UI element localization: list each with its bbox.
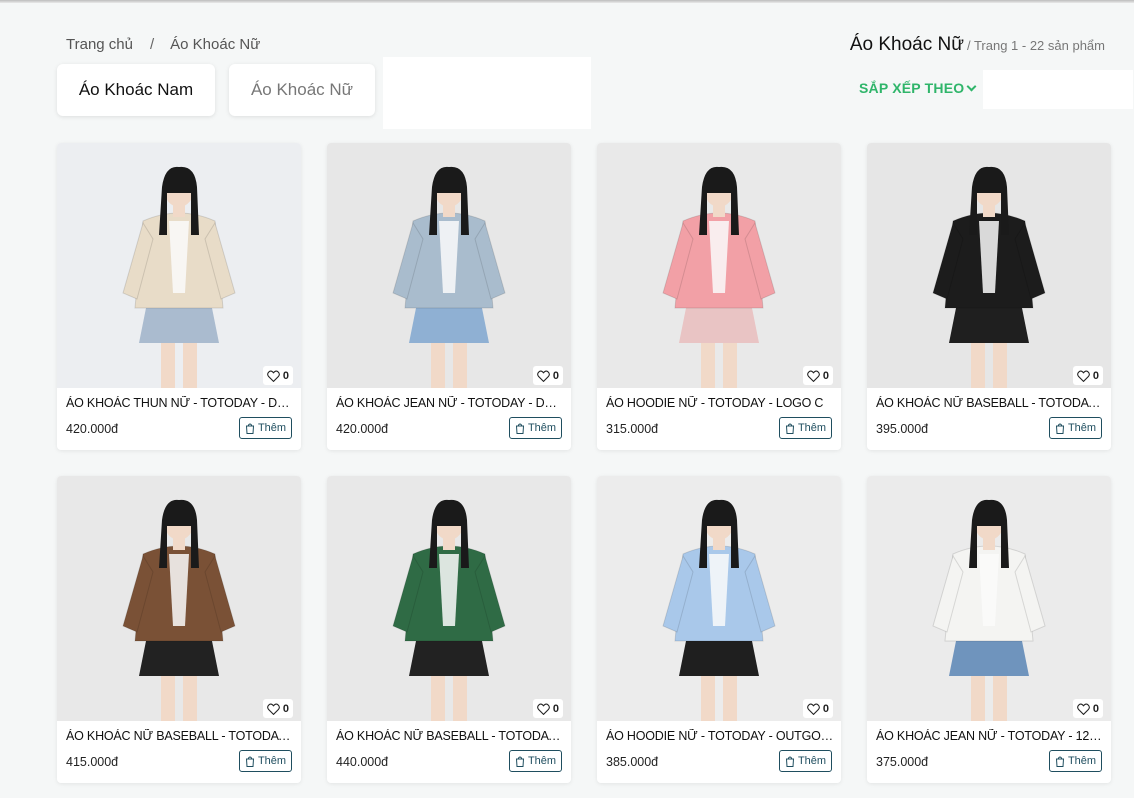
shopping-bag-icon [785,756,794,767]
product-name[interactable]: ÁO KHOÁC JEAN NỮ - TOTODAY - DENIM [336,396,564,410]
add-to-cart-button[interactable]: Thêm [779,417,832,439]
like-button[interactable]: 0 [1072,366,1103,385]
shopping-bag-icon [515,756,524,767]
heart-icon [537,703,550,715]
like-count: 0 [822,369,829,382]
product-card[interactable]: 0 ÁO KHOÁC NỮ BASEBALL - TOTODAY - GREEN… [327,476,571,783]
add-to-cart-button[interactable]: Thêm [239,750,292,772]
page-title: Áo Khoác Nữ [849,34,964,55]
shopping-bag-icon [245,756,254,767]
product-card[interactable]: 0 ÁO KHOÁC NỮ BASEBALL - TOTODAY - CLASS… [867,143,1111,450]
like-button[interactable]: 0 [1072,699,1103,718]
product-count: / Trang 1 - 22 sản phẩm [966,38,1105,53]
like-button[interactable]: 0 [262,366,293,385]
top-shadow-line [0,0,1134,3]
add-to-cart-label: Thêm [257,755,287,767]
product-image[interactable] [867,143,1111,388]
product-name[interactable]: ÁO HOODIE NỮ - TOTODAY - LOGO C [606,396,834,410]
add-to-cart-label: Thêm [527,422,557,434]
add-to-cart-button[interactable]: Thêm [1049,417,1102,439]
add-to-cart-button[interactable]: Thêm [779,750,832,772]
product-price: 315.000đ [606,422,659,436]
product-card[interactable]: 0 ÁO HOODIE NỮ - TOTODAY - LOGO C 315.00… [597,143,841,450]
product-image[interactable] [57,476,301,721]
like-button[interactable]: 0 [532,366,563,385]
product-image[interactable] [597,476,841,721]
sort-select-box[interactable] [983,70,1133,109]
product-name[interactable]: ÁO KHOÁC JEAN NỮ - TOTODAY - 12201 [876,729,1104,743]
product-card[interactable]: 0 ÁO KHOÁC NỮ BASEBALL - TOTODAY - BROWN… [57,476,301,783]
product-image[interactable] [597,143,841,388]
add-to-cart-button[interactable]: Thêm [239,417,292,439]
shopping-bag-icon [245,423,254,434]
product-price: 440.000đ [336,755,389,769]
breadcrumb-current: Áo Khoác Nữ [170,36,261,53]
product-card[interactable]: 0 ÁO KHOÁC JEAN NỮ - TOTODAY - DENIM 420… [327,143,571,450]
chevron-down-icon [966,81,977,91]
product-price: 420.000đ [336,422,389,436]
page-heading: Áo Khoác Nữ / Trang 1 - 22 sản phẩm [850,34,1105,56]
product-price: 385.000đ [606,755,659,769]
heart-icon [537,370,550,382]
product-name[interactable]: ÁO KHOÁC NỮ BASEBALL - TOTODAY - CLASSIC [876,396,1104,410]
like-count: 0 [822,702,829,715]
sort-dropdown[interactable]: SẮP XẾP THEO [859,80,977,96]
add-to-cart-button[interactable]: Thêm [509,417,562,439]
product-image[interactable] [327,476,571,721]
add-to-cart-button[interactable]: Thêm [509,750,562,772]
add-to-cart-label: Thêm [1067,422,1097,434]
like-button[interactable]: 0 [802,366,833,385]
product-price: 420.000đ [66,422,119,436]
add-to-cart-label: Thêm [797,422,827,434]
heart-icon [267,370,280,382]
heart-icon [807,370,820,382]
product-name[interactable]: ÁO KHOÁC THUN NỮ - TOTODAY - DELIVERY [66,396,294,410]
product-card[interactable]: 0 ÁO KHOÁC THUN NỮ - TOTODAY - DELIVERY … [57,143,301,450]
product-name[interactable]: ÁO KHOÁC NỮ BASEBALL - TOTODAY - GREEN [336,729,564,743]
heart-icon [807,703,820,715]
like-count: 0 [282,702,289,715]
add-to-cart-label: Thêm [797,755,827,767]
shopping-bag-icon [1055,423,1064,434]
like-count: 0 [552,369,559,382]
add-to-cart-button[interactable]: Thêm [1049,750,1102,772]
shopping-bag-icon [785,423,794,434]
sort-label: SẮP XẾP THEO [859,80,965,96]
product-price: 395.000đ [876,422,929,436]
like-count: 0 [282,369,289,382]
like-button[interactable]: 0 [262,699,293,718]
category-button-ao-khoac-nam[interactable]: Áo Khoác Nam [57,64,215,116]
like-count: 0 [552,702,559,715]
product-name[interactable]: ÁO HOODIE NỮ - TOTODAY - OUTGOING [606,729,834,743]
blank-panel [383,57,591,129]
breadcrumb-home-link[interactable]: Trang chủ [66,36,133,53]
shopping-bag-icon [515,423,524,434]
product-card[interactable]: 0 ÁO KHOÁC JEAN NỮ - TOTODAY - 12201 375… [867,476,1111,783]
like-count: 0 [1092,369,1099,382]
heart-icon [1077,703,1090,715]
heart-icon [1077,370,1090,382]
shopping-bag-icon [1055,756,1064,767]
add-to-cart-label: Thêm [257,422,287,434]
breadcrumb-separator: / [149,36,155,53]
add-to-cart-label: Thêm [527,755,557,767]
product-image[interactable] [327,143,571,388]
product-image[interactable] [867,476,1111,721]
category-button-ao-khoac-nu[interactable]: Áo Khoác Nữ [229,64,375,116]
heart-icon [267,703,280,715]
product-image[interactable] [57,143,301,388]
like-count: 0 [1092,702,1099,715]
product-price: 415.000đ [66,755,119,769]
add-to-cart-label: Thêm [1067,755,1097,767]
product-card[interactable]: 0 ÁO HOODIE NỮ - TOTODAY - OUTGOING 385.… [597,476,841,783]
like-button[interactable]: 0 [532,699,563,718]
breadcrumb: Trang chủ / Áo Khoác Nữ [66,36,260,53]
like-button[interactable]: 0 [802,699,833,718]
product-name[interactable]: ÁO KHOÁC NỮ BASEBALL - TOTODAY - BROWN [66,729,294,743]
product-price: 375.000đ [876,755,929,769]
